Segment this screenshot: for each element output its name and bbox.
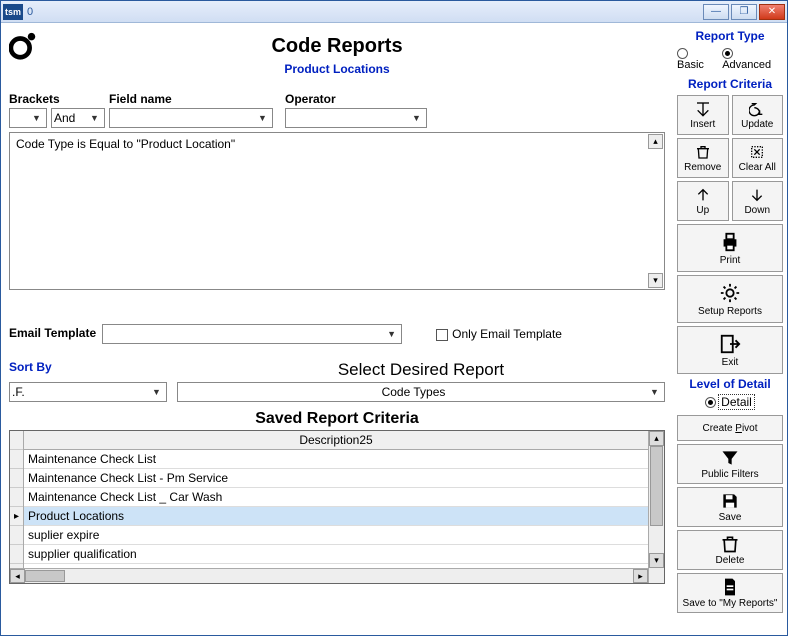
radio-icon [677,48,688,59]
chevron-down-icon: ▼ [87,109,102,127]
insert-icon [695,101,711,117]
create-pivot-button[interactable]: Create Pivot [677,415,783,441]
row-header[interactable] [10,469,23,488]
sort-by-combo[interactable]: .F.▼ [9,382,167,402]
print-icon [719,231,741,253]
basic-radio-label: Basic [677,59,704,71]
row-header[interactable] [10,450,23,469]
arrow-up-icon [695,187,711,203]
grid-corner [10,431,23,450]
app-badge: tsm [3,4,23,20]
scroll-up-button[interactable]: ▴ [648,134,663,149]
select-report-heading: Select Desired Report [177,360,665,380]
page-subtitle: Product Locations [9,62,665,76]
criteria-textarea[interactable]: Code Type is Equal to "Product Location"… [9,132,665,290]
insert-button[interactable]: Insert [677,95,729,135]
brackets-label: Brackets [9,92,105,106]
scroll-right-icon[interactable]: ▸ [633,569,648,583]
radio-icon [705,397,716,408]
save-to-my-reports-button[interactable]: Save to "My Reports" [677,573,783,613]
exit-button[interactable]: Exit [677,326,783,374]
filter-icon [720,448,740,468]
table-row-selected[interactable]: Product Locations [24,507,648,526]
titlebar: tsm 0 — ❐ ✕ [1,1,787,23]
chevron-down-icon: ▼ [647,383,662,401]
row-header[interactable] [10,488,23,507]
scroll-thumb[interactable] [650,446,663,526]
app-logo-icon [9,31,39,61]
chevron-down-icon: ▼ [409,109,424,127]
logic-combo[interactable]: And▼ [51,108,105,128]
page-title: Code Reports [9,35,665,58]
close-button[interactable]: ✕ [759,4,785,20]
remove-button[interactable]: Remove [677,138,729,178]
table-row[interactable]: Maintenance Check List _ Car Wash [24,488,648,507]
operator-label: Operator [285,92,427,106]
scroll-thumb[interactable] [25,570,65,582]
advanced-radio-label: Advanced [722,59,771,71]
report-combo[interactable]: Code Types▼ [177,382,665,402]
saved-criteria-title: Saved Report Criteria [9,410,665,428]
table-row[interactable]: Maintenance Check List - Pm Service [24,469,648,488]
trash-icon [720,534,740,554]
row-header[interactable] [10,526,23,545]
scroll-left-icon[interactable]: ◂ [10,569,25,583]
clear-all-button[interactable]: Clear All [732,138,784,178]
horizontal-scrollbar[interactable]: ◂ ▸ [10,568,648,583]
column-header[interactable]: Description25 [24,431,648,450]
maximize-button[interactable]: ❐ [731,4,757,20]
scroll-down-button[interactable]: ▾ [648,273,663,288]
down-button[interactable]: Down [732,181,784,221]
gear-icon [719,282,741,304]
basic-radio[interactable]: Basic [677,47,716,71]
print-button[interactable]: Print [677,224,783,272]
report-criteria-label: Report Criteria [677,77,783,91]
clear-icon [749,144,765,160]
scroll-down-icon[interactable]: ▾ [649,553,664,568]
advanced-radio[interactable]: Advanced [722,47,783,71]
only-email-checkbox[interactable]: Only Email Template [436,327,562,341]
arrow-down-icon [749,187,765,203]
brackets-combo[interactable]: ▼ [9,108,47,128]
email-template-label: Email Template [9,326,96,340]
setup-reports-button[interactable]: Setup Reports [677,275,783,323]
report-type-label: Report Type [677,29,783,43]
row-header[interactable] [10,545,23,564]
table-row[interactable]: Maintenance Check List [24,450,648,469]
level-of-detail-label: Level of Detail [677,377,783,391]
save-icon [720,491,740,511]
update-button[interactable]: Update [732,95,784,135]
only-email-label: Only Email Template [452,327,562,341]
field-name-label: Field name [109,92,273,106]
window-title: 0 [27,6,33,18]
scroll-up-icon[interactable]: ▴ [649,431,664,446]
checkbox-icon [436,329,448,341]
save-button[interactable]: Save [677,487,783,527]
row-header-selected[interactable]: ▸ [10,507,23,526]
delete-button[interactable]: Delete [677,530,783,570]
operator-combo[interactable]: ▼ [285,108,427,128]
document-icon [720,577,740,597]
chevron-down-icon: ▼ [149,383,164,401]
detail-radio[interactable]: Detail [705,395,755,409]
exit-icon [719,333,741,355]
email-template-combo[interactable]: ▼ [102,324,402,344]
table-row[interactable]: supplier qualification [24,545,648,564]
trash-icon [695,144,711,160]
public-filters-button[interactable]: Public Filters [677,444,783,484]
table-row[interactable]: suplier expire [24,526,648,545]
chevron-down-icon: ▼ [384,325,399,343]
radio-icon [722,48,733,59]
minimize-button[interactable]: — [703,4,729,20]
refresh-icon [749,101,765,117]
up-button[interactable]: Up [677,181,729,221]
chevron-down-icon: ▼ [255,109,270,127]
saved-criteria-grid[interactable]: ▸ Description25 Maintenance Check List M… [9,430,665,584]
criteria-text: Code Type is Equal to "Product Location" [16,137,235,151]
detail-radio-label: Detail [718,394,755,410]
sort-by-label: Sort By [9,360,177,380]
chevron-down-icon: ▼ [29,109,44,127]
field-name-combo[interactable]: ▼ [109,108,273,128]
vertical-scrollbar[interactable]: ▴ ▾ [648,431,664,583]
